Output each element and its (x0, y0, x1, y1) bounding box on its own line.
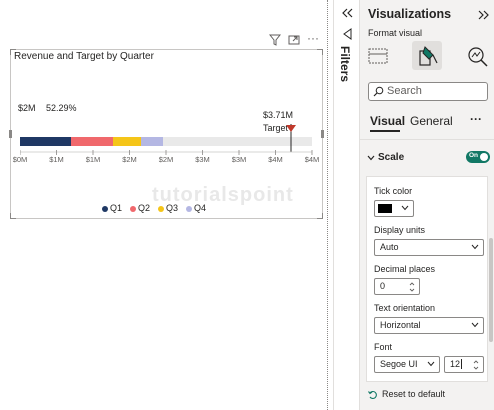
filters-pane-collapsed[interactable]: Filters (333, 0, 359, 410)
text-orientation-label: Text orientation (374, 303, 436, 313)
font-family-dropdown[interactable]: Segoe UI (374, 356, 440, 373)
toggle-text: On (469, 152, 479, 159)
legend-dot (158, 205, 165, 212)
tab-visual[interactable]: Visual (370, 114, 406, 132)
filter-pane-icon[interactable] (342, 28, 352, 40)
chevron-down-icon (401, 205, 409, 211)
legend: Q1 Q2 Q3 Q4 (102, 203, 206, 213)
pane-title: Visualizations (368, 7, 452, 21)
format-visual-icon[interactable] (413, 43, 441, 69)
color-swatch (378, 204, 392, 213)
axis-tick-label: $3M (231, 155, 247, 164)
gauge-segment-q1[interactable] (20, 137, 71, 146)
legend-dot (102, 205, 108, 212)
legend-item-q1[interactable]: Q1 (102, 203, 122, 213)
legend-item-q4[interactable]: Q4 (186, 203, 206, 213)
search-placeholder: Search (387, 85, 422, 97)
axis-tick-label: $3M (195, 155, 210, 164)
chevron-down-icon (471, 244, 479, 250)
scale-settings-card: Tick color Display units Auto Decimal pl… (366, 176, 488, 382)
chevron-down-icon (471, 322, 479, 328)
percent-label: 52.29% (46, 103, 77, 113)
legend-label: Q2 (138, 203, 151, 213)
reset-label: Reset to default (382, 389, 446, 399)
visualizations-pane: Visualizations Format visual Search Visu… (359, 0, 494, 410)
report-canvas: ··· Revenue and Target by Quarter $2M 52… (0, 0, 333, 410)
axis-tick-label: $2M (158, 155, 174, 164)
dropdown-value: Horizontal (380, 320, 421, 330)
font-size-stepper[interactable]: 12 (444, 356, 484, 373)
filters-label[interactable]: Filters (338, 46, 352, 82)
tick-color-picker[interactable] (374, 200, 414, 217)
axis-tick-label: $0M (12, 155, 28, 164)
spin-arrows-icon[interactable] (473, 359, 479, 371)
gauge-segment-q4[interactable] (141, 137, 163, 146)
scale-toggle[interactable]: On (466, 151, 490, 163)
gauge-segment-q2[interactable] (71, 137, 113, 146)
search-input[interactable]: Search (368, 82, 488, 101)
double-chevron-right-icon[interactable] (478, 10, 490, 20)
font-label: Font (374, 342, 393, 352)
reset-to-default-button[interactable]: Reset to default (368, 389, 446, 400)
chevron-down-icon (367, 155, 375, 161)
display-units-label: Display units (374, 225, 426, 235)
canvas-divider (327, 0, 328, 410)
scale-label: Scale (378, 152, 405, 163)
target-value-label: $3.71M (263, 110, 294, 120)
gauge-bar (20, 124, 313, 155)
axis-tick-label: $4M (268, 155, 283, 164)
axis-tick-label: $1M (85, 155, 101, 164)
tab-label: Visual (370, 114, 406, 128)
spin-arrows-icon[interactable] (409, 281, 415, 293)
resize-handle[interactable] (317, 213, 323, 219)
double-chevron-left-icon[interactable] (341, 8, 353, 18)
build-visual-icon[interactable] (364, 43, 392, 69)
dropdown-value: Segoe UI (380, 359, 418, 369)
focus-mode-icon[interactable] (288, 34, 300, 46)
legend-item-q2[interactable]: Q2 (130, 203, 150, 213)
chevron-down-icon (427, 361, 435, 367)
toggle-knob (480, 153, 488, 161)
resize-handle[interactable] (10, 213, 16, 219)
tab-underline (370, 130, 400, 132)
axis-tick-label: $4M (304, 155, 320, 164)
axis-tick-label: $2M (122, 155, 137, 164)
target-marker-icon (286, 125, 296, 132)
more-options-icon[interactable]: ··· (470, 112, 482, 126)
pane-scrollbar[interactable] (489, 238, 493, 342)
format-visual-label: Format visual (368, 28, 423, 38)
resize-handle[interactable] (317, 49, 323, 55)
legend-label: Q1 (110, 203, 123, 213)
text-orientation-dropdown[interactable]: Horizontal (374, 317, 484, 334)
axis-tick-label: $1M (49, 155, 64, 164)
tick-color-label: Tick color (374, 186, 413, 196)
more-options-icon[interactable]: ··· (307, 31, 319, 45)
resize-handle[interactable] (9, 130, 12, 138)
value-label: $2M (18, 103, 36, 113)
decimal-places-label: Decimal places (374, 264, 436, 274)
stepper-value: 0 (380, 281, 386, 291)
resize-handle[interactable] (10, 49, 16, 55)
legend-label: Q3 (166, 203, 179, 213)
filter-icon[interactable] (269, 34, 281, 46)
text-cursor (461, 359, 463, 369)
stepper-value: 12 (450, 359, 461, 369)
dropdown-value: Auto (380, 242, 399, 252)
legend-item-q3[interactable]: Q3 (158, 203, 178, 213)
scale-section-header[interactable]: Scale On (360, 148, 494, 168)
display-units-dropdown[interactable]: Auto (374, 239, 484, 256)
search-icon (373, 86, 384, 97)
gauge-segment-q3[interactable] (113, 137, 141, 146)
analytics-icon[interactable] (464, 43, 492, 69)
pane-icon-bar (360, 40, 494, 70)
legend-label: Q4 (194, 203, 207, 213)
reset-icon (368, 390, 377, 400)
visual-title: Revenue and Target by Quarter (14, 51, 154, 62)
resize-handle[interactable] (321, 130, 324, 138)
decimal-places-stepper[interactable]: 0 (374, 278, 420, 295)
tab-general[interactable]: General (410, 114, 453, 128)
legend-dot (130, 205, 137, 212)
legend-dot (186, 205, 193, 212)
divider (360, 139, 494, 140)
